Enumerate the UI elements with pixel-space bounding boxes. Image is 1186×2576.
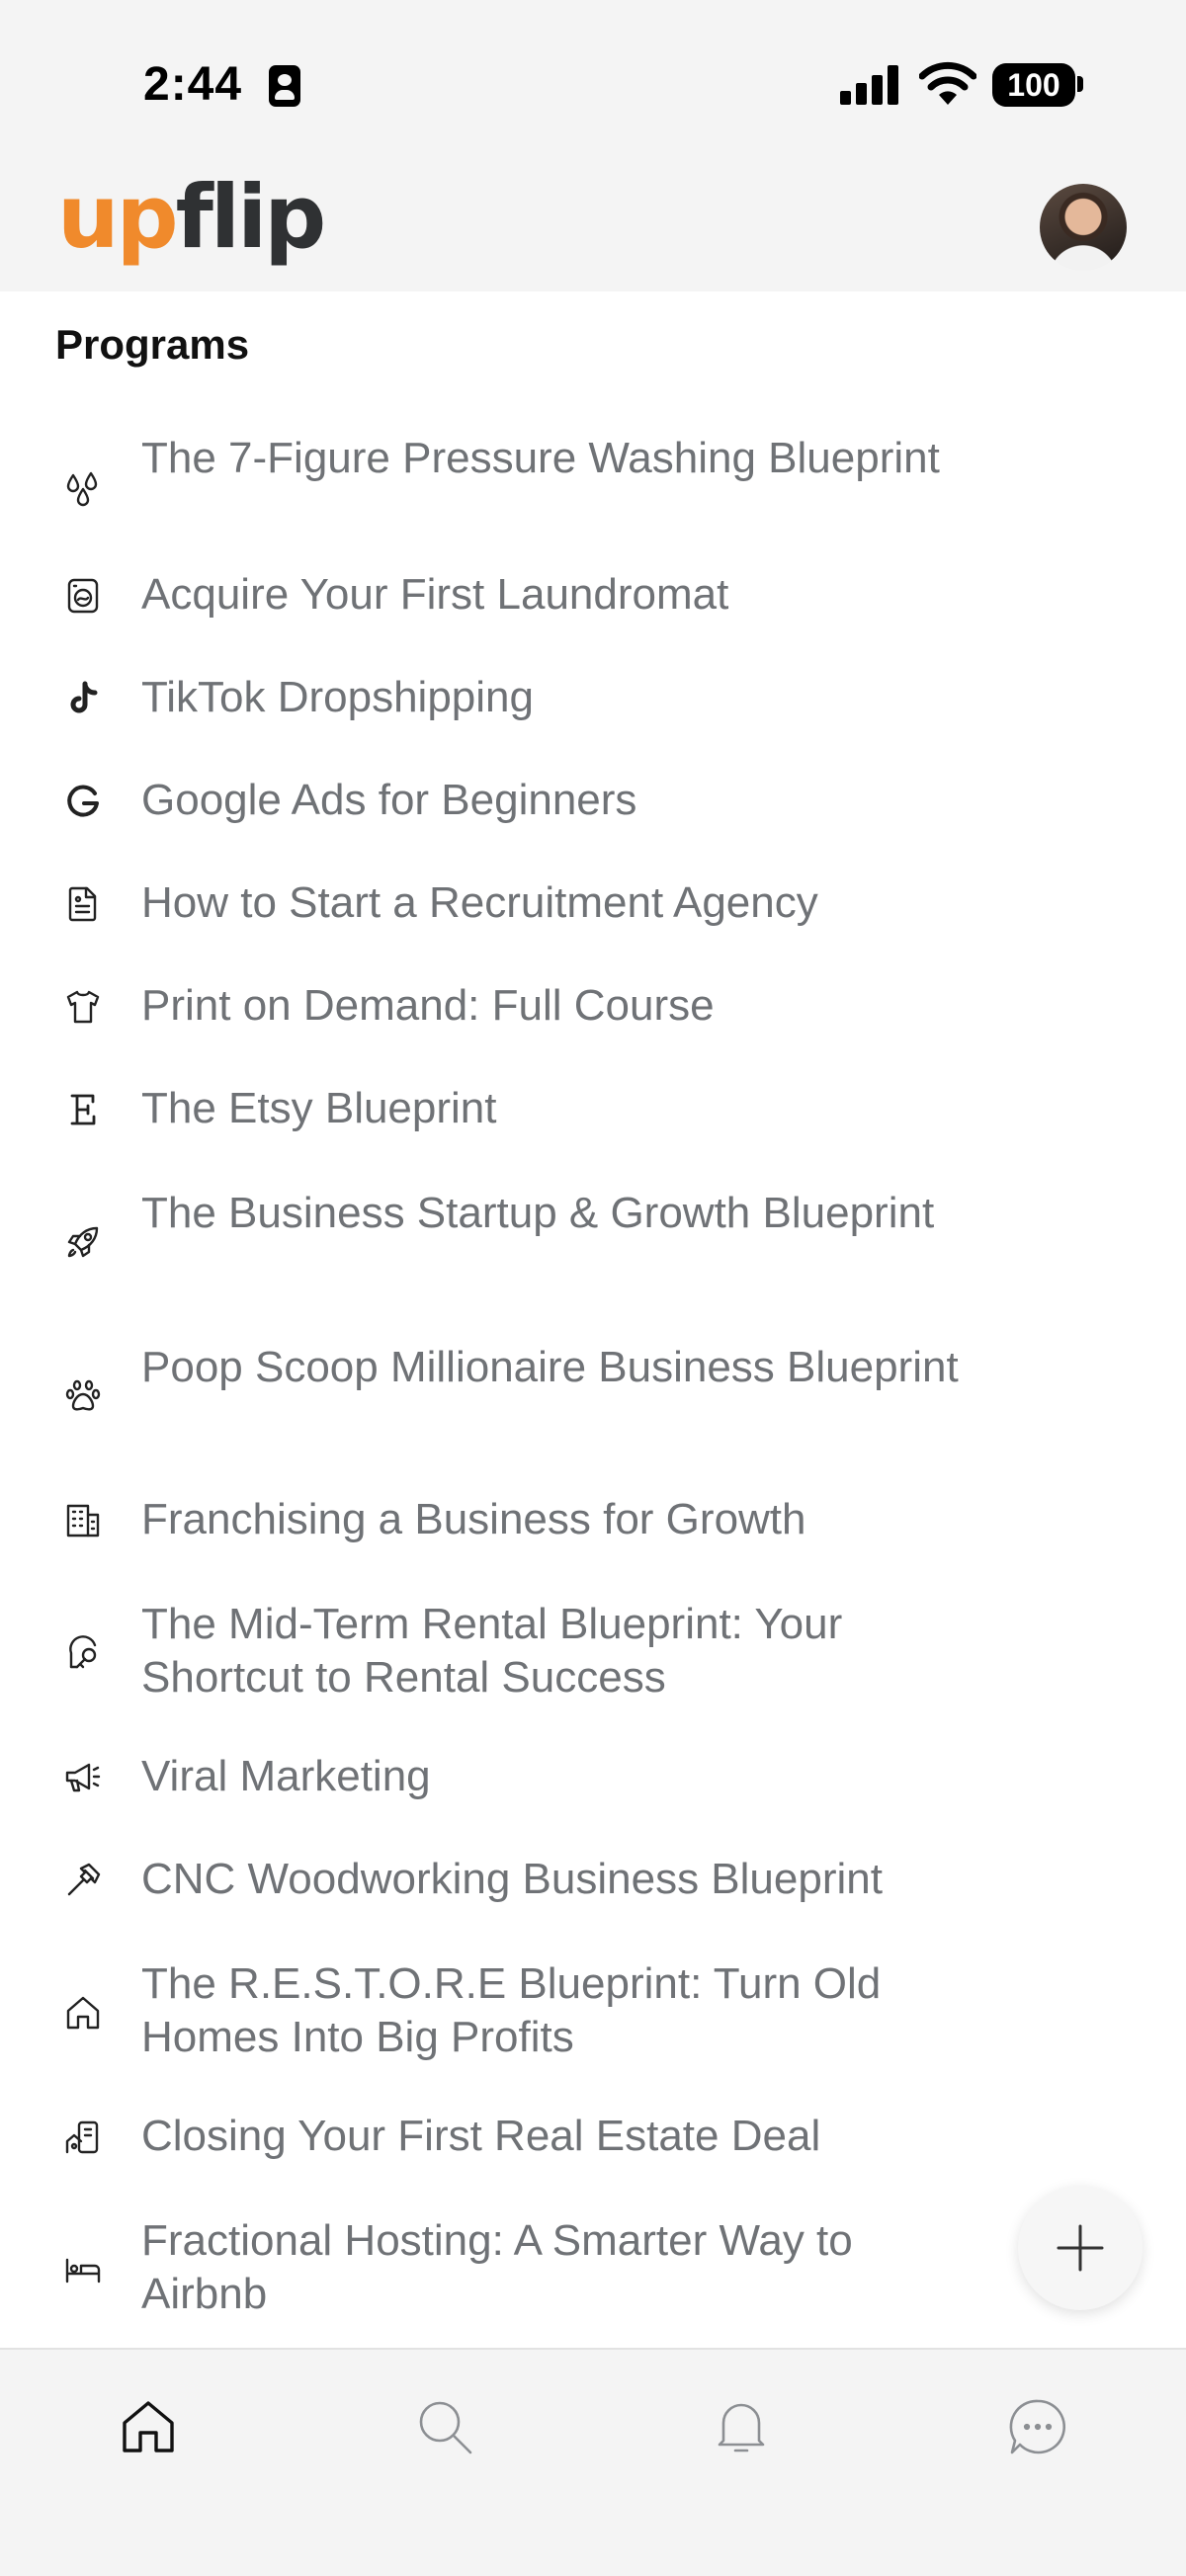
program-label: Acquire Your First Laundromat [141, 570, 729, 619]
key-icon [61, 1631, 105, 1675]
program-item[interactable]: The Etsy Blueprint [0, 1082, 1186, 1137]
program-item[interactable]: CNC Woodworking Business Blueprint [0, 1853, 1186, 1908]
paw-icon [61, 1374, 105, 1418]
battery-tip [1077, 76, 1083, 92]
program-item[interactable]: The R.E.S.T.O.R.E Blueprint: Turn Old Ho… [0, 1955, 1186, 2066]
section-title: Programs [55, 321, 250, 368]
program-label: The Mid-Term Rental Blueprint: Your Shor… [141, 1600, 843, 1702]
contact-card-icon [269, 65, 300, 107]
program-item[interactable]: Poop Scoop Millionaire Business Blueprin… [0, 1339, 1186, 1450]
tab-home[interactable] [109, 2387, 188, 2466]
program-item[interactable]: How to Start a Recruitment Agency [0, 876, 1186, 932]
program-label: The Business Startup & Growth Blueprint [141, 1189, 935, 1237]
droplets-icon [61, 465, 105, 509]
program-item[interactable]: Print on Demand: Full Course [0, 979, 1186, 1035]
document-icon [61, 882, 105, 926]
etsy-icon [61, 1088, 105, 1131]
program-item[interactable]: TikTok Dropshipping [0, 671, 1186, 726]
wifi-icon [919, 61, 976, 105]
logo-part-flip: flip [175, 166, 327, 268]
status-time: 2:44 [143, 58, 243, 111]
plus-icon [1057, 2224, 1104, 2272]
program-item[interactable]: Google Ads for Beginners [0, 774, 1186, 829]
program-label: The Etsy Blueprint [141, 1084, 497, 1132]
house-icon [61, 1991, 105, 2035]
program-item[interactable]: Viral Marketing [0, 1750, 1186, 1805]
app-header: upflip [0, 109, 1186, 291]
tab-notifications[interactable] [702, 2387, 781, 2466]
program-label: Franchising a Business for Growth [141, 1495, 806, 1543]
tiktok-icon [61, 677, 105, 720]
washing-machine-icon [61, 574, 105, 618]
cellular-signal-icon [840, 65, 901, 105]
google-icon [61, 780, 105, 823]
program-item[interactable]: Fractional Hosting: A Smarter Way to Air… [0, 2212, 1186, 2323]
avatar[interactable] [1040, 184, 1127, 271]
real-estate-icon [61, 2116, 105, 2159]
program-item[interactable]: Closing Your First Real Estate Deal [0, 2110, 1186, 2165]
logo-part-up: up [57, 166, 179, 268]
building-icon [61, 1499, 105, 1542]
search-icon [419, 2401, 472, 2454]
bottom-tab-bar [0, 2348, 1186, 2576]
program-item[interactable]: Acquire Your First Laundromat [0, 568, 1186, 623]
hammer-icon [61, 1859, 105, 1902]
program-item[interactable]: The Business Startup & Growth Blueprint [0, 1185, 1186, 1295]
megaphone-icon [61, 1756, 105, 1799]
program-label: Print on Demand: Full Course [141, 981, 715, 1030]
battery-indicator: 100 [992, 63, 1075, 107]
program-item[interactable]: Franchising a Business for Growth [0, 1493, 1186, 1548]
upflip-logo[interactable]: upflip [57, 166, 327, 285]
program-label: The 7-Figure Pressure Washing Blueprint [141, 434, 940, 482]
program-item[interactable]: The Mid-Term Rental Blueprint: Your Shor… [0, 1596, 1186, 1706]
program-label: Viral Marketing [141, 1752, 431, 1800]
program-label: Closing Your First Real Estate Deal [141, 2112, 821, 2160]
bed-icon [61, 2248, 105, 2291]
tab-messages[interactable] [998, 2387, 1077, 2466]
tshirt-icon [61, 985, 105, 1029]
chat-icon [1009, 2399, 1066, 2454]
program-label: CNC Woodworking Business Blueprint [141, 1855, 883, 1903]
programs-content: Programs The 7-Figure Pressure Washing B… [0, 291, 1186, 2347]
program-label: The R.E.S.T.O.R.E Blueprint: Turn Old Ho… [141, 1959, 882, 2061]
tab-search[interactable] [405, 2387, 484, 2466]
program-label: Fractional Hosting: A Smarter Way to Air… [141, 2216, 853, 2318]
bell-icon [718, 2403, 765, 2452]
add-button[interactable] [1018, 2186, 1143, 2310]
rocket-icon [61, 1220, 105, 1264]
program-label: Poop Scoop Millionaire Business Blueprin… [141, 1343, 959, 1391]
program-item[interactable]: The 7-Figure Pressure Washing Blueprint [0, 430, 1186, 540]
home-icon [123, 2401, 174, 2452]
program-label: TikTok Dropshipping [141, 673, 534, 721]
program-label: Google Ads for Beginners [141, 776, 637, 824]
program-label: How to Start a Recruitment Agency [141, 878, 818, 927]
